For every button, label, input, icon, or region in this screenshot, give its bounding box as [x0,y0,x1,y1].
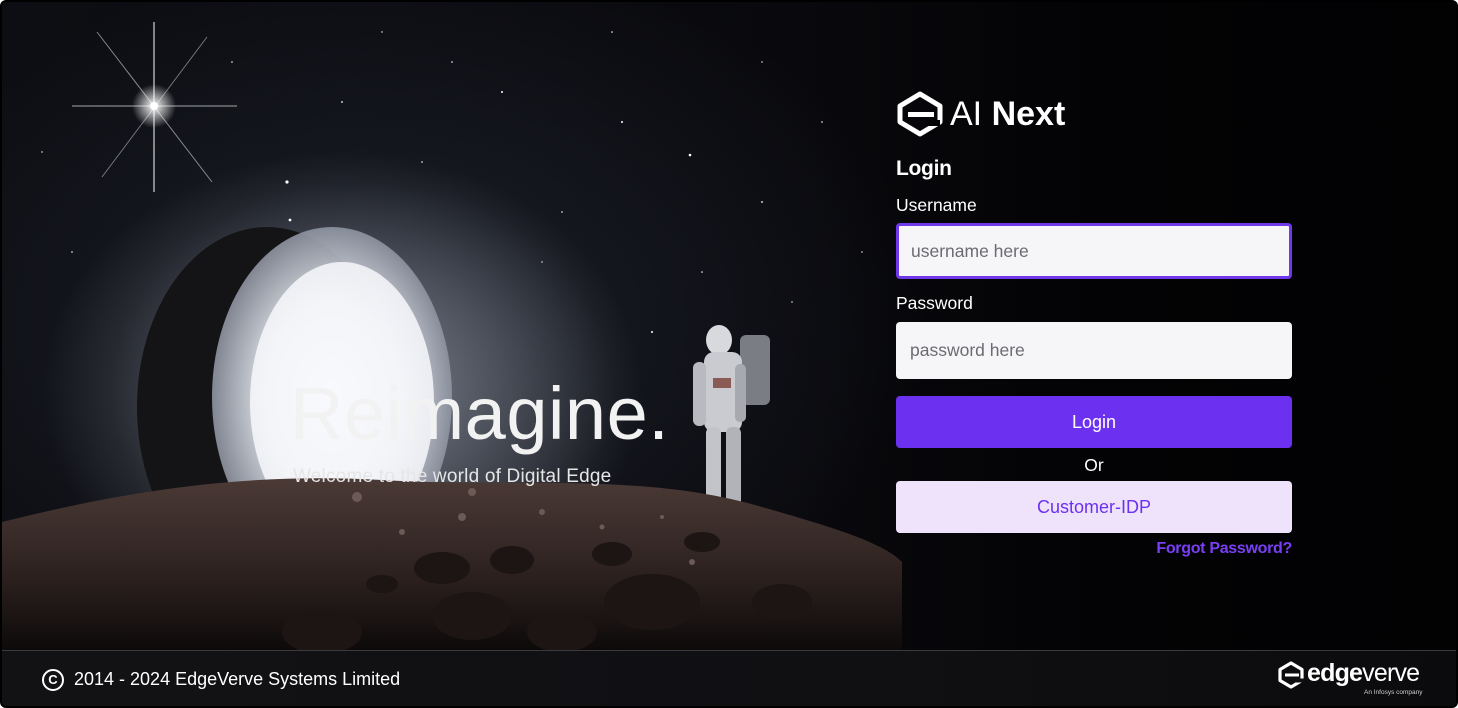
edgeverve-tagline: An Infosys company [1364,689,1423,696]
username-input[interactable] [896,223,1292,279]
edgeverve-logo: edgeverve An Infosys company [1278,659,1428,699]
password-input[interactable] [896,322,1292,379]
edgeverve-logo-icon [1278,661,1304,689]
ai-next-logo-icon [897,91,943,137]
hero-subtitle: Welcome to the world of Digital Edge [293,466,612,487]
login-page: Reimagine. Welcome to the world of Digit… [0,0,1458,708]
bright-star-flare [72,22,237,192]
edgeverve-wordmark: edgeverve [1307,659,1420,687]
password-label: Password [896,293,973,313]
or-separator: Or [1084,455,1104,475]
copyright-icon: C [42,669,64,691]
edgeverve-wordmark-part2: verve [1362,659,1420,687]
hero-title: Reimagine. [290,372,670,455]
login-button[interactable]: Login [896,396,1292,448]
astronaut-figure [693,325,770,515]
copyright-text: 2014 - 2024 EdgeVerve Systems Limited [74,669,401,689]
edgeverve-wordmark-part1: edge [1307,659,1363,687]
footer: C 2014 - 2024 EdgeVerve Systems Limited … [2,650,1456,706]
app-name: AI Next [950,97,1065,131]
customer-idp-button[interactable]: Customer-IDP [896,481,1292,533]
app-name-part1: AI [950,95,983,133]
username-label: Username [896,195,977,215]
app-brand: AI Next [896,90,1065,138]
forgot-password-link[interactable]: Forgot Password? [1092,540,1292,558]
app-name-part2: Next [991,95,1066,133]
login-heading: Login [896,157,952,180]
